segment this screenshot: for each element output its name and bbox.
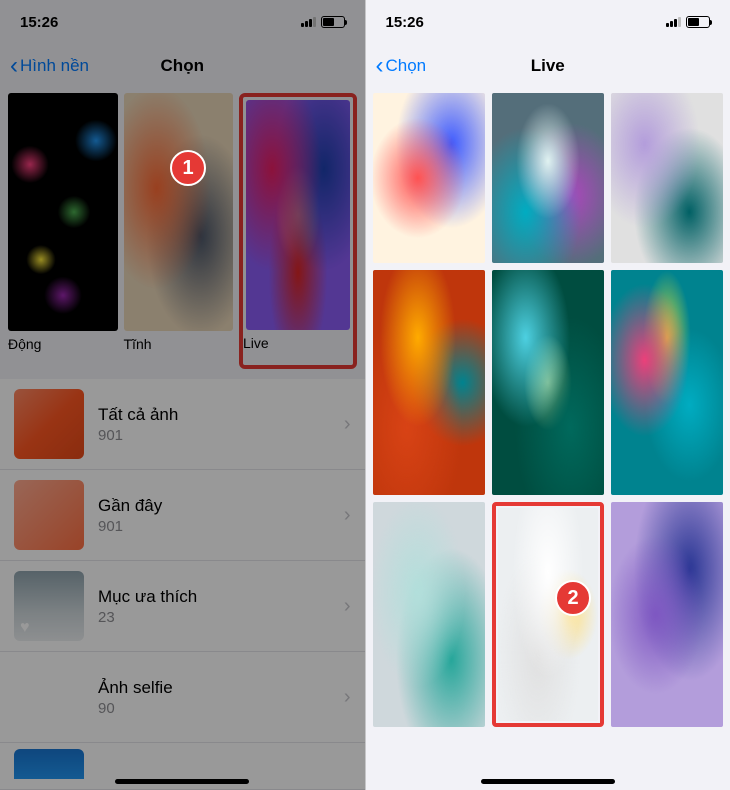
album-thumb [14,749,84,779]
album-info: Gần đây 901 [98,496,330,535]
nav-bar: ‹ Hình nền Chọn [0,44,365,88]
album-info: Tất cả ảnh 901 [98,405,330,444]
battery-icon [686,16,710,28]
album-info: Mục ưa thích 23 [98,587,330,626]
album-thumb [14,480,84,550]
wallpaper-item[interactable] [373,270,485,495]
category-thumb [124,93,234,331]
wallpaper-thumb [498,508,598,721]
back-button[interactable]: ‹ Hình nền [10,52,89,80]
back-button[interactable]: ‹ Chọn [376,52,427,80]
nav-bar: ‹ Chọn Live [366,44,730,88]
album-thumb [14,571,84,641]
album-title: Ảnh selfie [98,678,330,698]
wallpaper-item[interactable] [373,93,485,263]
category-static[interactable]: Tĩnh [124,93,234,369]
category-row: Động Tĩnh Live [0,93,365,369]
chevron-right-icon: › [344,686,351,709]
album-title: Mục ưa thích [98,587,330,607]
album-title: Gần đây [98,496,330,516]
wallpaper-item[interactable] [492,270,604,495]
back-label: Hình nền [20,56,89,76]
album-selfies[interactable]: Ảnh selfie 90 › [0,652,365,743]
signal-icon [301,17,316,27]
category-live[interactable]: Live [239,93,357,369]
wallpaper-item[interactable] [611,502,723,727]
category-thumb [8,93,118,331]
wallpaper-item-selected[interactable] [492,502,604,727]
album-count: 901 [98,518,330,535]
home-indicator[interactable] [115,779,249,784]
status-time: 15:26 [386,14,424,31]
annotation-badge-2: 2 [555,580,591,616]
status-indicators [666,16,710,28]
phone-screen-right: 15:26 ‹ Chọn Live [366,0,730,790]
album-count: 90 [98,700,330,717]
page-title: Chọn [161,56,204,76]
home-indicator[interactable] [481,779,615,784]
chevron-right-icon: › [344,504,351,527]
wallpaper-grid [366,93,730,727]
signal-icon [666,17,681,27]
battery-icon [321,16,345,28]
wallpaper-item[interactable] [373,502,485,727]
album-all-photos[interactable]: Tất cả ảnh 901 › [0,379,365,470]
album-title: Tất cả ảnh [98,405,330,425]
wallpaper-item[interactable] [611,270,723,495]
chevron-left-icon: ‹ [10,52,18,80]
status-time: 15:26 [20,14,58,31]
chevron-left-icon: ‹ [376,52,384,80]
category-thumb [246,100,350,330]
category-dynamic[interactable]: Động [8,93,118,369]
chevron-right-icon: › [344,413,351,436]
status-bar: 15:26 [0,0,365,44]
wallpaper-item[interactable] [611,93,723,263]
back-label: Chọn [386,56,427,76]
wallpaper-item[interactable] [492,93,604,263]
album-info: Ảnh selfie 90 [98,678,330,717]
albums-list: Tất cả ảnh 901 › Gần đây 901 › Mục ưa th… [0,379,365,790]
status-bar: 15:26 [366,0,730,44]
category-label: Live [243,335,353,351]
album-thumb [14,389,84,459]
chevron-right-icon: › [344,595,351,618]
category-label: Động [8,336,118,352]
phone-screen-left: 15:26 ‹ Hình nền Chọn Động Tĩnh Live [0,0,365,790]
album-count: 901 [98,427,330,444]
album-recents[interactable]: Gần đây 901 › [0,470,365,561]
album-favorites[interactable]: Mục ưa thích 23 › [0,561,365,652]
album-count: 23 [98,609,330,626]
status-indicators [301,16,345,28]
annotation-badge-1: 1 [170,150,206,186]
category-label: Tĩnh [124,336,234,352]
album-thumb [14,662,84,732]
page-title: Live [531,56,565,76]
